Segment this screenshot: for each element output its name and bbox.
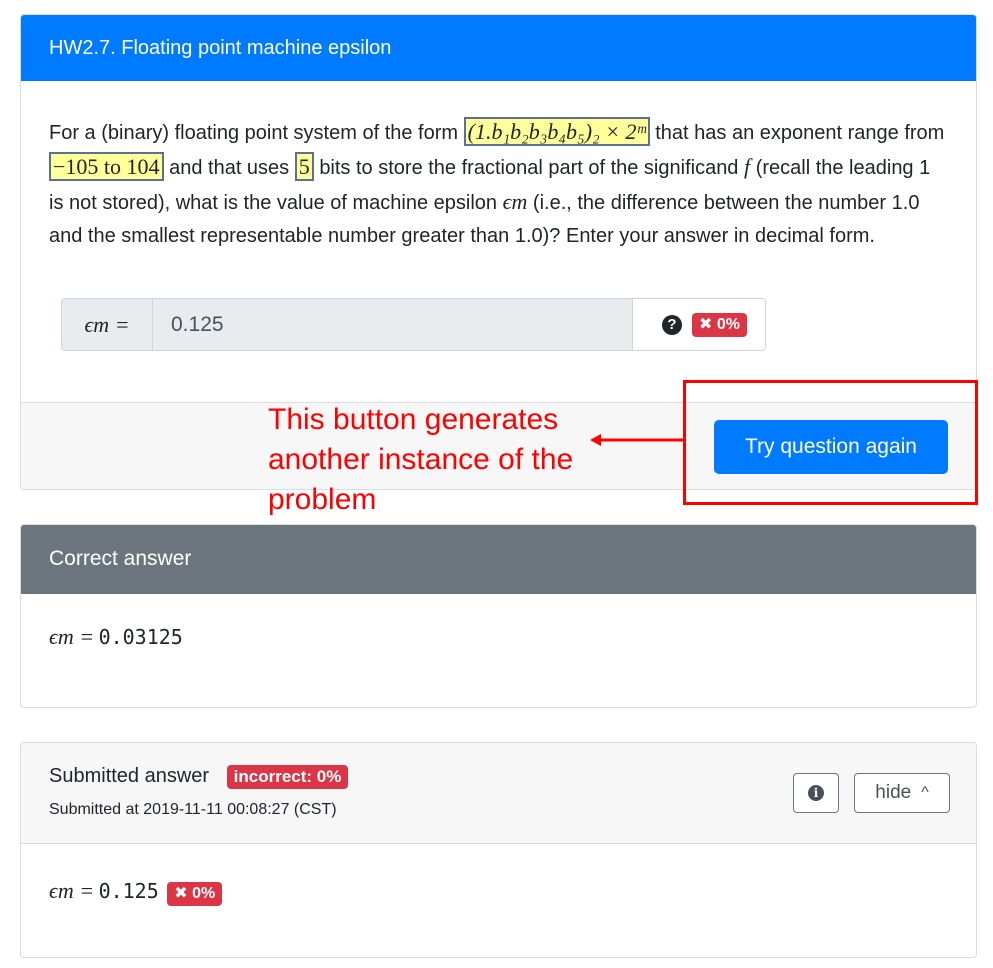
question-text-3: and that uses xyxy=(169,157,290,179)
submitted-answer-title: Submitted answer xyxy=(49,765,210,787)
question-text-4: bits to store the fractional part of the… xyxy=(319,157,739,179)
question-body: For a (binary) floating point system of … xyxy=(21,81,976,399)
question-text-1: For a (binary) floating point system of … xyxy=(49,122,459,144)
info-button[interactable]: i xyxy=(793,773,839,813)
submitted-timestamp: Submitted at 2019-11-11 00:08:27 (CST) xyxy=(49,801,337,818)
var-epsilon: ϵm xyxy=(502,189,528,214)
exponent-range: −105 to 104 xyxy=(49,152,164,181)
annotation-arrow xyxy=(590,434,685,446)
question-text-2: that has an exponent range from xyxy=(655,122,945,144)
question-help-icon[interactable]: ? xyxy=(662,314,683,335)
answer-input-group: ϵm = 0.125 ? ✖ 0% xyxy=(61,298,766,351)
answer-input[interactable]: 0.125 xyxy=(153,299,633,350)
annotation-text: This button generates another instance o… xyxy=(268,403,574,516)
answer-feedback: ? ✖ 0% xyxy=(633,299,765,350)
var-f: f xyxy=(744,154,751,179)
submitted-answer-heading: Submitted answer incorrect: 0% xyxy=(49,765,349,789)
hide-button[interactable]: hide ^ xyxy=(854,773,950,813)
submitted-status-badge: incorrect: 0% xyxy=(226,765,349,789)
question-title: HW2.7. Floating point machine epsilon xyxy=(21,15,976,81)
submitted-score-badge: ✖ 0% xyxy=(167,882,223,906)
submitted-answer-value: 0.125 xyxy=(98,879,159,903)
submitted-answer-lhs: ϵm = xyxy=(49,878,95,903)
bits-count: 5 xyxy=(294,152,314,181)
hide-button-label: hide xyxy=(875,782,912,803)
submitted-answer-header: Submitted answer incorrect: 0% Submitted… xyxy=(21,743,976,844)
info-icon: i xyxy=(808,785,824,801)
correct-answer-title: Correct answer xyxy=(21,525,976,594)
submitted-answer-card: Submitted answer incorrect: 0% Submitted… xyxy=(20,742,977,958)
form-expression: (1.b₁b₂b₃b₄b₅)₂ × 2ᵐ xyxy=(463,117,650,146)
answer-input-label: ϵm = xyxy=(62,299,153,350)
chevron-up-icon: ^ xyxy=(921,784,929,801)
submitted-answer-body: ϵm = 0.125 ✖ 0% xyxy=(21,844,976,940)
score-badge: ✖ 0% xyxy=(692,312,747,337)
correct-answer-value: 0.03125 xyxy=(98,625,183,649)
correct-answer-body: ϵm = 0.03125 xyxy=(21,594,976,680)
annotation-box xyxy=(683,380,978,505)
correct-answer-lhs: ϵm = xyxy=(49,624,95,649)
correct-answer-card: Correct answer ϵm = 0.03125 xyxy=(20,524,977,708)
